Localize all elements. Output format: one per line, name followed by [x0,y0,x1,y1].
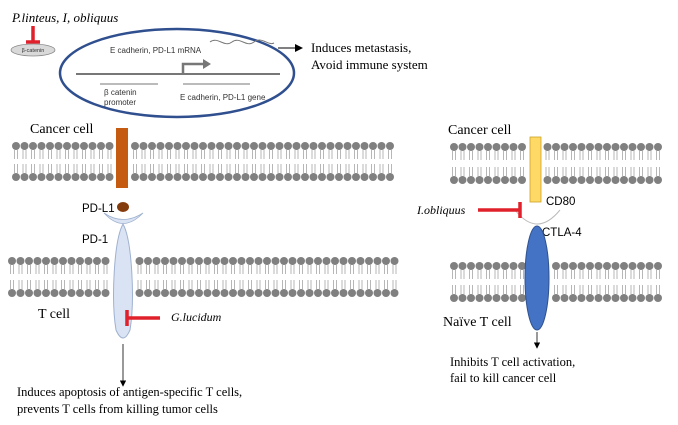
pd1-label: PD-1 [82,234,108,246]
top-inhibition-symbol [26,26,40,44]
top-outcome-line1: Induces metastasis, [311,40,411,55]
cell-membranes [8,142,662,302]
right-t-cell-membrane [450,262,662,302]
diagram-canvas: P.linteus, I, obliquus β-catenin E cadhe… [8,10,662,416]
top-inhibitor-label: P.linteus, I, obliquus [11,10,118,25]
pd1-pdl1-panel: Cancer cell PD-L1 PD-1 T cell G.lucidum … [17,122,242,416]
right-outcome-line2: fail to kill cancer cell [450,371,557,385]
left-outcome-line1: Induces apoptosis of antigen-specific T … [17,385,242,399]
gene-label: E cadherin, PD-L1 gene [180,93,266,102]
mrna-label: E cadherin, PD-L1 mRNA [110,46,202,55]
left-cancer-cell-membrane [12,142,394,181]
pdl1-label: PD-L1 [82,203,115,215]
beta-catenin-chip-label: β-catenin [22,48,45,54]
ctla4-label: CTLA-4 [542,227,582,239]
transcription-arrowhead [203,59,211,69]
transcription-schematic: P.linteus, I, obliquus β-catenin E cadhe… [10,10,428,119]
iobliquus-label: I.obliquus [416,203,466,217]
pd1-receptor [113,222,133,339]
left-cancer-cell-label: Cancer cell [30,122,93,137]
left-t-cell-label: T cell [38,307,70,322]
naive-t-cell-label: Naïve T cell [443,315,512,330]
cd80-ctla4-panel: Cancer cell CD80 I.obliquus CTLA-4 Naïve… [416,123,582,385]
top-outcome-line2: Avoid immune system [311,57,428,72]
right-outcome-line1: Inhibits T cell activation, [450,355,575,369]
right-cancer-cell-label: Cancer cell [448,123,511,138]
cd80-transmembrane-bar [529,136,542,203]
left-outcome-line2: prevents T cells from killing tumor cell… [17,402,218,416]
promoter-label-line1: β catenin [104,88,137,97]
iobliquus-inhibition-symbol [478,202,522,218]
glucidum-label: G.lucidum [171,310,222,324]
promoter-label-line2: promoter [104,98,136,107]
right-cancer-cell-membrane [450,143,662,184]
ctla4-receptor [524,225,550,331]
cd80-label: CD80 [546,196,575,208]
left-t-cell-membrane [8,257,399,297]
transcription-start-arrow [181,62,205,74]
pdl1-ligand-dot [117,202,129,212]
pdl1-transmembrane-bar [116,128,128,188]
